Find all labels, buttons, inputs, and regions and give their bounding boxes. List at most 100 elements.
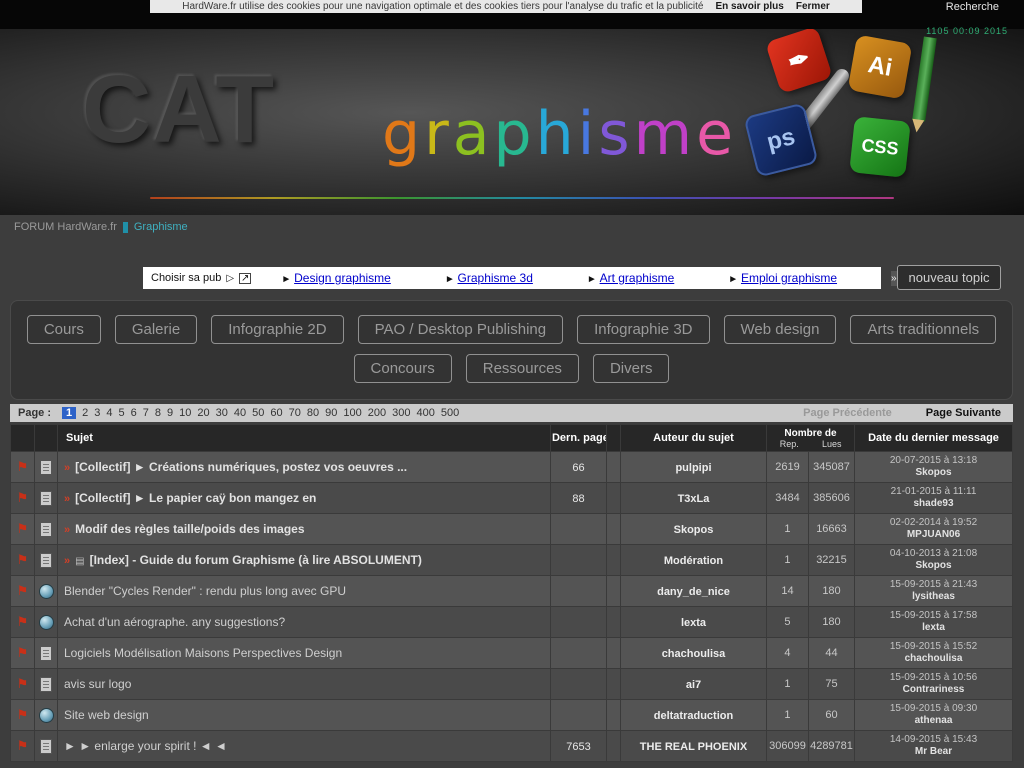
topic-author-link[interactable]: Modération [664,555,723,567]
page-number[interactable]: 100 [343,407,361,419]
category-button[interactable]: Web design [724,315,837,344]
replies-count: 3484 [766,483,808,514]
topic-subject-link[interactable]: Achat d'un aérographe. any suggestions? [64,615,285,629]
subject-cell: »[Collectif] ► Créations numériques, pos… [58,452,551,483]
mini-cell [606,483,620,514]
choose-ad-label[interactable]: Choisir sa pub ▷ ↗ [151,272,251,284]
page-number[interactable]: 70 [289,407,301,419]
topic-subject-link[interactable]: [Collectif] ► Créations numériques, post… [75,460,407,474]
page-number[interactable]: 8 [155,407,161,419]
search-link[interactable]: Recherche [946,1,999,13]
topic-subject-link[interactable]: Modif des règles taille/poids des images [75,522,304,536]
last-post-date: 21-01-2015 à 11:11 [856,486,1011,498]
ad-link[interactable]: ► Art graphisme [587,271,674,285]
category-button[interactable]: Infographie 2D [211,315,343,344]
new-topic-button[interactable]: nouveau topic [897,265,1001,290]
category-button[interactable]: Cours [27,315,101,344]
flag-icon[interactable]: ⚑ [17,614,29,629]
last-page-link[interactable]: 66 [572,462,584,474]
page-number[interactable]: 80 [307,407,319,419]
topic-author-link[interactable]: THE REAL PHOENIX [640,741,747,753]
page-number[interactable]: 6 [131,407,137,419]
paper-icon [40,522,52,537]
illustrator-icon: Ai [848,35,913,100]
topic-author-link[interactable]: Skopos [674,524,714,536]
replies-count: 1 [766,514,808,545]
category-button[interactable]: Infographie 3D [577,315,709,344]
page-number[interactable]: 50 [252,407,264,419]
page-number[interactable]: 10 [179,407,191,419]
category-button[interactable]: Concours [354,354,452,383]
topic-subject-link[interactable]: ► ► enlarge your spirit ! ◄ ◄ [64,739,227,753]
ad-link[interactable]: ► Emploi graphisme [728,271,837,285]
page-number[interactable]: 90 [325,407,337,419]
category-button[interactable]: PAO / Desktop Publishing [358,315,563,344]
flag-icon[interactable]: ⚑ [17,552,29,567]
flag-icon[interactable]: ⚑ [17,676,29,691]
ad-link[interactable]: ► Graphisme 3d [445,271,533,285]
page-number[interactable]: 200 [368,407,386,419]
page-number[interactable]: 5 [119,407,125,419]
topic-subject-link[interactable]: [Index] - Guide du forum Graphisme (à li… [90,553,422,567]
topic-subject-link[interactable]: avis sur logo [64,677,131,691]
category-button[interactable]: Galerie [115,315,197,344]
page-number[interactable]: 400 [416,407,434,419]
flag-icon[interactable]: ⚑ [17,521,29,536]
last-page-link[interactable]: 7653 [566,741,590,753]
ad-link[interactable]: ► Design graphisme [281,271,390,285]
flag-icon[interactable]: ⚑ [17,583,29,598]
ad-link-text: Emploi graphisme [741,271,837,285]
category-button[interactable]: Ressources [466,354,579,383]
category-button[interactable]: Divers [593,354,670,383]
flag-icon[interactable]: ⚑ [17,707,29,722]
globe-icon [39,615,54,630]
strip-end-icon[interactable]: » [891,271,897,286]
flag-icon[interactable]: ⚑ [17,459,29,474]
pagination-pages: 123456789 10 20 30 40 50 60 70 80 90 100 200 300 400 5… [59,407,462,419]
page-number[interactable]: 3 [94,407,100,419]
type-cell [35,700,58,731]
cookie-more-link[interactable]: En savoir plus [716,1,784,12]
page-number[interactable]: 30 [216,407,228,419]
topic-author-link[interactable]: pulpipi [675,462,711,474]
last-page-link[interactable]: 88 [572,493,584,505]
topic-author-link[interactable]: ai7 [686,679,701,691]
topic-subject-link[interactable]: Site web design [64,708,149,722]
ad-link-text: Design graphisme [294,271,391,285]
page-number[interactable]: 60 [270,407,282,419]
page-number[interactable]: 9 [167,407,173,419]
page-number[interactable]: 500 [441,407,459,419]
category-button[interactable]: Arts traditionnels [850,315,996,344]
topic-author-link[interactable]: chachoulisa [662,648,726,660]
last-post-date: 15-09-2015 à 09:30 [856,703,1011,715]
page-number[interactable]: 40 [234,407,246,419]
last-post-date: 15-09-2015 à 17:58 [856,610,1011,622]
page-number-current[interactable]: 1 [62,407,76,419]
header-replies: Rep. [768,439,811,449]
page-number[interactable]: 20 [197,407,209,419]
reads-count: 32215 [808,545,854,576]
topic-subject-link[interactable]: [Collectif] ► Le papier caÿ bon mangez e… [75,491,316,505]
topic-author-link[interactable]: lexta [681,617,706,629]
page-number[interactable]: 2 [82,407,88,419]
flag-icon[interactable]: ⚑ [17,738,29,753]
breadcrumb-forum-link[interactable]: FORUM HardWare.fr [14,221,117,233]
cookie-close-link[interactable]: Fermer [796,1,830,12]
topic-subject-link[interactable]: Logiciels Modélisation Maisons Perspecti… [64,646,342,660]
topic-author-link[interactable]: dany_de_nice [657,586,730,598]
flag-icon[interactable]: ⚑ [17,490,29,505]
flag-icon[interactable]: ⚑ [17,645,29,660]
page-number[interactable]: 4 [106,407,112,419]
page-number[interactable]: 7 [143,407,149,419]
css-icon: CSS [849,116,911,178]
breadcrumb-current[interactable]: Graphisme [134,221,188,233]
last-page-cell: 88 [550,483,606,514]
topic-author-link[interactable]: T3xLa [678,493,710,505]
topic-subject-link[interactable]: Blender "Cycles Render" : rendu plus lon… [64,584,346,598]
next-page-link[interactable]: Page Suivante [926,407,1001,419]
page-number[interactable]: 300 [392,407,410,419]
topic-row: ⚑ Logiciels Modélisation Maisons Perspect… [11,638,1013,669]
last-post-author: Mr Bear [856,746,1011,758]
topic-author-link[interactable]: deltatraduction [654,710,733,722]
header-subject: Sujet [58,425,551,452]
